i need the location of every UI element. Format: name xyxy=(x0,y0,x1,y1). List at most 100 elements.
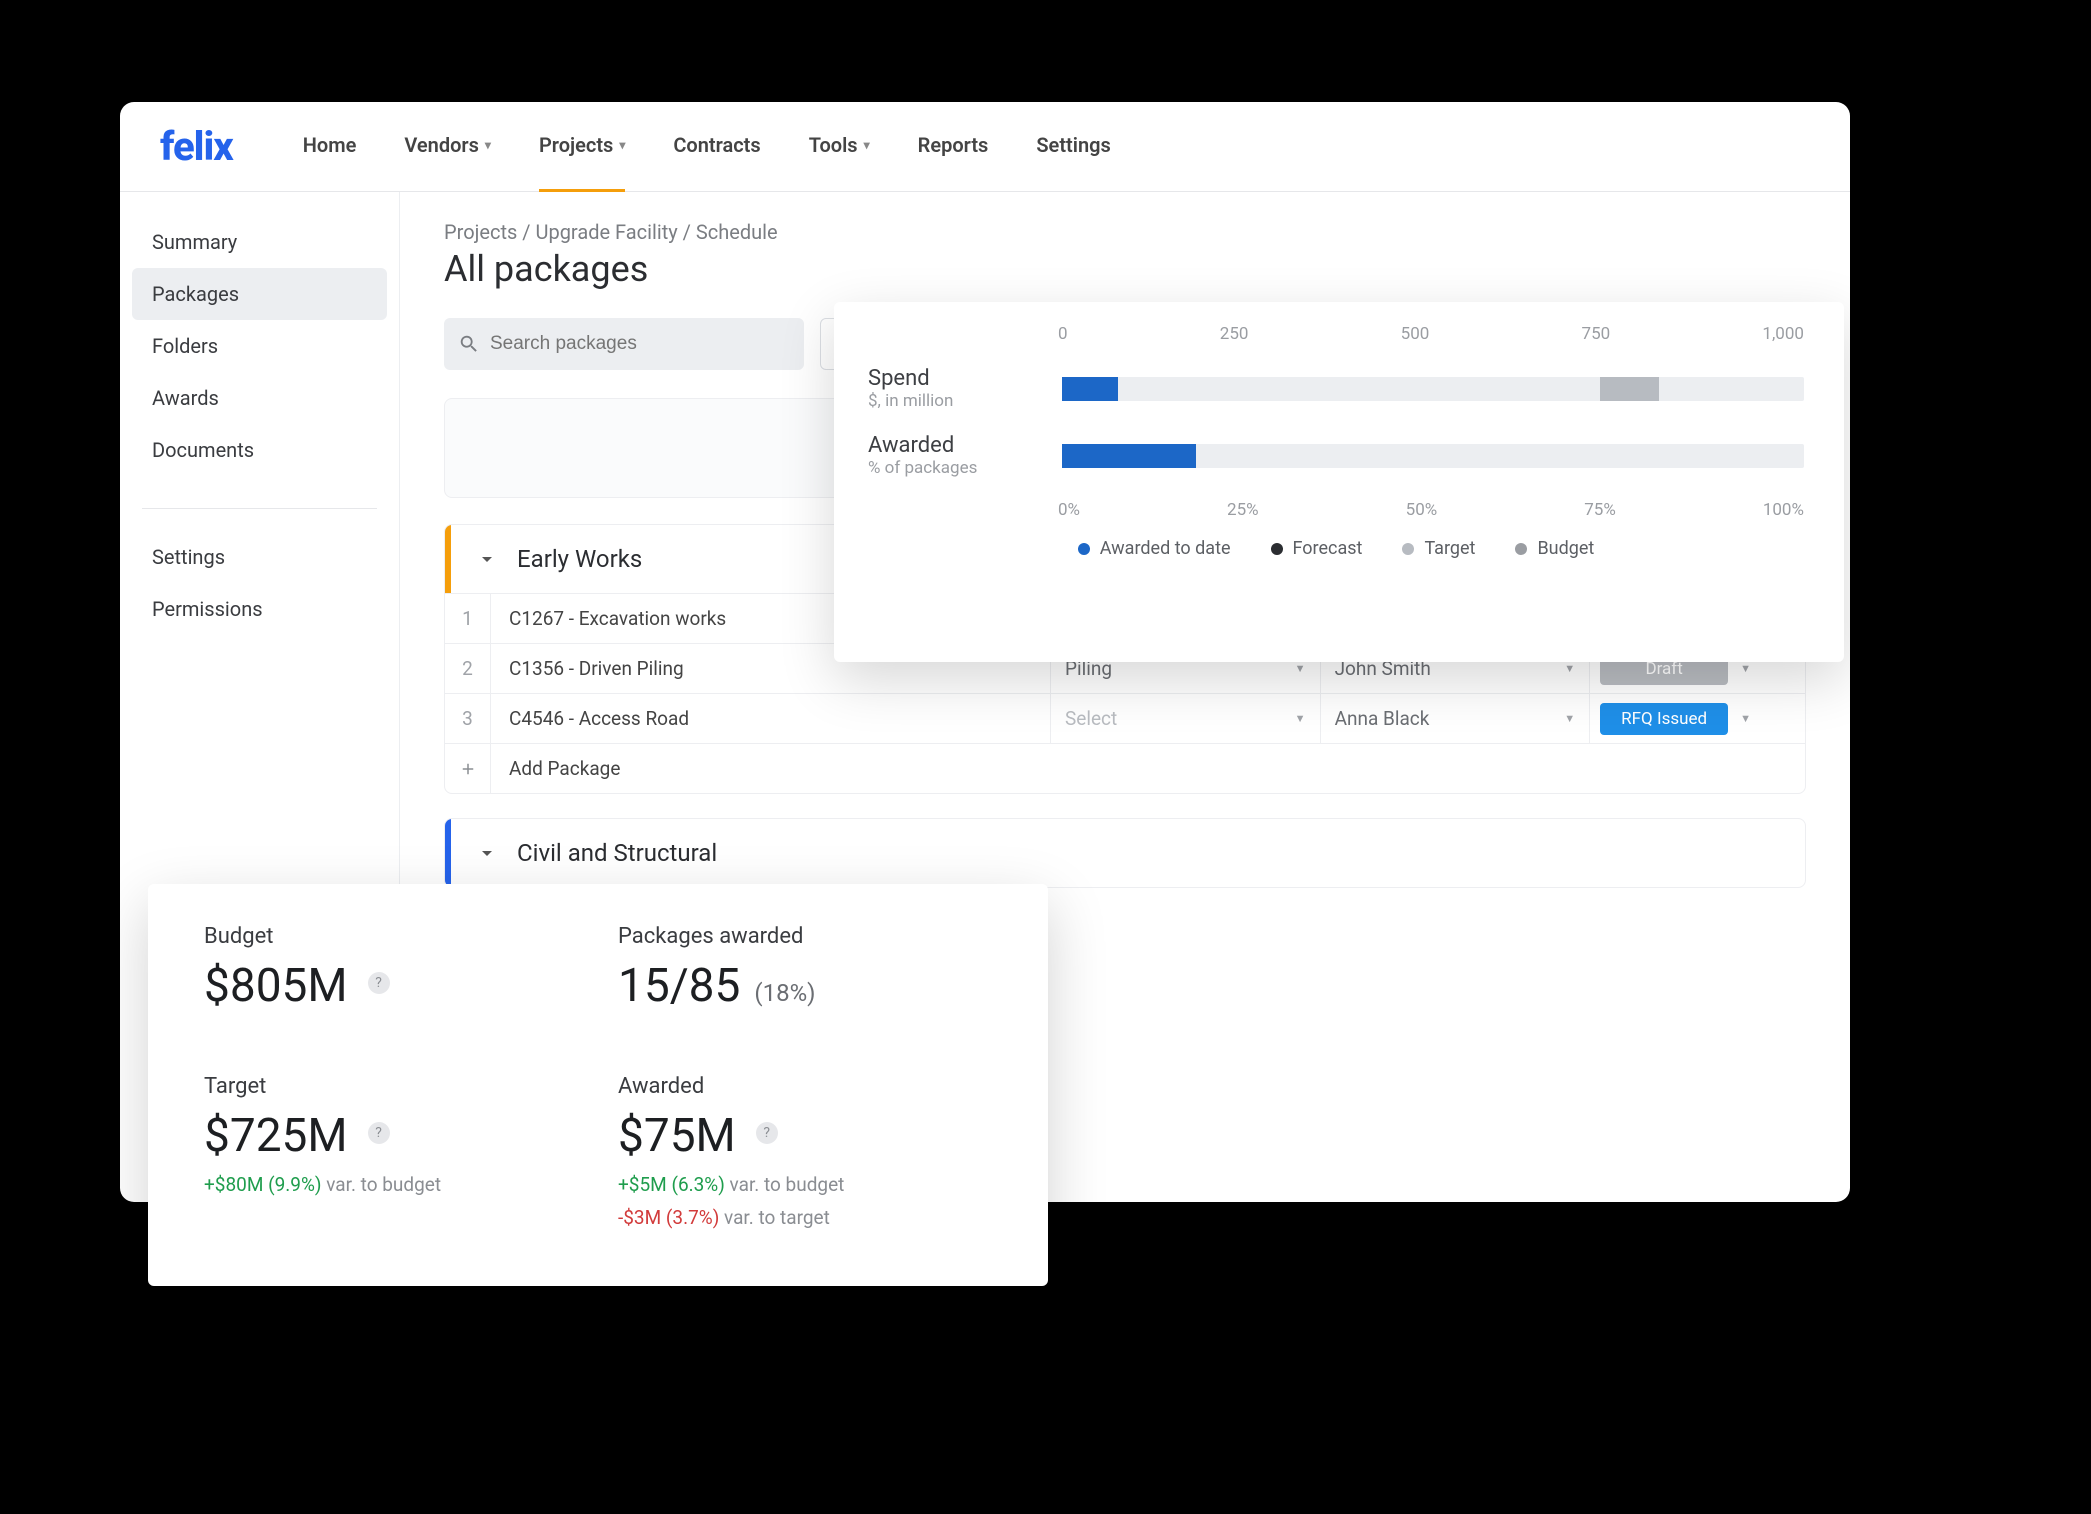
nav-projects[interactable]: Projects ▾ xyxy=(539,102,625,192)
discipline-value: Select xyxy=(1065,707,1117,730)
spend-chart-panel: 0 250 500 750 1,000 Spend $, in million … xyxy=(834,302,1844,662)
chevron-down-icon: ▼ xyxy=(1295,662,1306,675)
help-icon[interactable]: ? xyxy=(756,1122,778,1144)
stat-packages-awarded: Packages awarded 15/85 (18%) xyxy=(618,924,992,1030)
variance-positive: +$80M (9.9%) xyxy=(204,1173,322,1196)
axis-top: 0 250 500 750 1,000 xyxy=(1058,324,1804,344)
chart-label-title: Awarded xyxy=(868,433,1038,458)
stat-label: Awarded xyxy=(618,1074,992,1099)
variance-line: +$80M (9.9%) var. to budget xyxy=(204,1173,578,1196)
tick: 750 xyxy=(1582,324,1611,344)
chart-label-title: Spend xyxy=(868,366,1038,391)
chevron-down-icon xyxy=(475,841,499,865)
sidebar-item-settings[interactable]: Settings xyxy=(132,531,387,583)
stat-value-pct: (18%) xyxy=(754,979,815,1007)
search-input[interactable] xyxy=(490,333,790,355)
chart-label-sub: $, in million xyxy=(868,391,1038,411)
plus-icon xyxy=(445,744,491,793)
stat-value-text: $75M xyxy=(618,1109,736,1163)
section-header-civil[interactable]: Civil and Structural xyxy=(445,819,1805,887)
section-civil-structural: Civil and Structural xyxy=(444,818,1806,888)
legend-dot-icon xyxy=(1078,543,1090,555)
stat-awarded: Awarded $75M ? +$5M (6.3%) var. to budge… xyxy=(618,1074,992,1246)
chevron-down-icon: ▾ xyxy=(864,138,870,152)
tick: 0% xyxy=(1058,500,1080,520)
chevron-down-icon xyxy=(475,547,499,571)
nav-settings[interactable]: Settings xyxy=(1036,102,1110,192)
stat-value-text: $725M xyxy=(204,1109,348,1163)
sidebar-item-packages[interactable]: Packages xyxy=(132,268,387,320)
chart-label: Spend $, in million xyxy=(868,366,1038,411)
row-index: 1 xyxy=(445,594,491,643)
spend-budget-segment xyxy=(1600,377,1659,401)
stat-label: Budget xyxy=(204,924,578,949)
nav-reports[interactable]: Reports xyxy=(918,102,989,192)
section-title: Civil and Structural xyxy=(517,839,717,867)
chart-legend: Awarded to date Forecast Target Budget xyxy=(868,538,1804,559)
variance-suffix: var. to target xyxy=(719,1206,829,1229)
legend-dot-icon xyxy=(1515,543,1527,555)
table-row[interactable]: 3 C4546 - Access Road Select ▼ Anna Blac… xyxy=(445,693,1805,743)
variance-negative: -$3M (3.7%) xyxy=(618,1206,719,1229)
sidebar-item-folders[interactable]: Folders xyxy=(132,320,387,372)
spend-bar-track xyxy=(1062,377,1804,401)
row-index: 3 xyxy=(445,694,491,743)
awarded-pct-segment xyxy=(1062,444,1196,468)
nav-contracts[interactable]: Contracts xyxy=(673,102,760,192)
nav-tools-label: Tools xyxy=(809,133,858,157)
row-name: C4546 - Access Road xyxy=(491,694,1051,743)
legend-label: Forecast xyxy=(1293,538,1363,559)
stat-value-text: 15/85 xyxy=(618,959,740,1013)
nav-vendors[interactable]: Vendors ▾ xyxy=(404,102,491,192)
sidebar-item-permissions[interactable]: Permissions xyxy=(132,583,387,635)
brand-logo: felix xyxy=(160,123,233,170)
variance-suffix: var. to budget xyxy=(322,1173,442,1196)
status-select[interactable]: RFQ Issued ▼ xyxy=(1590,694,1761,743)
sidebar-item-summary[interactable]: Summary xyxy=(132,216,387,268)
nav-tools[interactable]: Tools ▾ xyxy=(809,102,870,192)
help-icon[interactable]: ? xyxy=(368,1122,390,1144)
variance-line: -$3M (3.7%) var. to target xyxy=(618,1206,992,1229)
discipline-select[interactable]: Select ▼ xyxy=(1051,694,1321,743)
legend-item: Budget xyxy=(1515,538,1594,559)
legend-item: Target xyxy=(1402,538,1475,559)
legend-label: Awarded to date xyxy=(1100,538,1231,559)
main-nav: Home Vendors ▾ Projects ▾ Contracts Tool… xyxy=(303,102,1111,192)
stats-panel: Budget $805M ? Packages awarded 15/85 (1… xyxy=(148,884,1048,1286)
add-package-row[interactable]: Add Package xyxy=(445,743,1805,793)
search-icon xyxy=(458,333,480,355)
section-title: Early Works xyxy=(517,545,642,573)
status-pill: RFQ Issued xyxy=(1600,703,1728,735)
nav-projects-label: Projects xyxy=(539,133,613,157)
chevron-down-icon: ▼ xyxy=(1295,712,1306,725)
topbar: felix Home Vendors ▾ Projects ▾ Contract… xyxy=(120,102,1850,192)
spend-awarded-segment xyxy=(1062,377,1118,401)
sidebar-item-documents[interactable]: Documents xyxy=(132,424,387,476)
legend-label: Target xyxy=(1424,538,1475,559)
sidebar-item-awards[interactable]: Awards xyxy=(132,372,387,424)
owner-value: Anna Black xyxy=(1335,707,1430,730)
chart-label: Awarded % of packages xyxy=(868,433,1038,478)
stat-value: $75M ? xyxy=(618,1109,992,1163)
chevron-down-icon: ▼ xyxy=(1564,662,1575,675)
nav-vendors-label: Vendors xyxy=(404,133,479,157)
variance-line: +$5M (6.3%) var. to budget xyxy=(618,1173,992,1196)
tick: 0 xyxy=(1058,324,1068,344)
stat-value: $725M ? xyxy=(204,1109,578,1163)
axis-bottom: 0% 25% 50% 75% 100% xyxy=(1058,500,1804,520)
stat-value: 15/85 (18%) xyxy=(618,959,992,1013)
tick: 75% xyxy=(1584,500,1616,520)
nav-home[interactable]: Home xyxy=(303,102,357,192)
stat-target: Target $725M ? +$80M (9.9%) var. to budg… xyxy=(204,1074,578,1246)
legend-dot-icon xyxy=(1402,543,1414,555)
chart-row-awarded: Awarded % of packages xyxy=(868,433,1804,478)
search-field[interactable] xyxy=(444,318,804,370)
legend-dot-icon xyxy=(1271,543,1283,555)
owner-select[interactable]: Anna Black ▼ xyxy=(1321,694,1591,743)
stat-budget: Budget $805M ? xyxy=(204,924,578,1030)
page-title: All packages xyxy=(444,248,1806,290)
variance-positive: +$5M (6.3%) xyxy=(618,1173,725,1196)
help-icon[interactable]: ? xyxy=(368,972,390,994)
tick: 25% xyxy=(1227,500,1259,520)
row-index: 2 xyxy=(445,644,491,693)
